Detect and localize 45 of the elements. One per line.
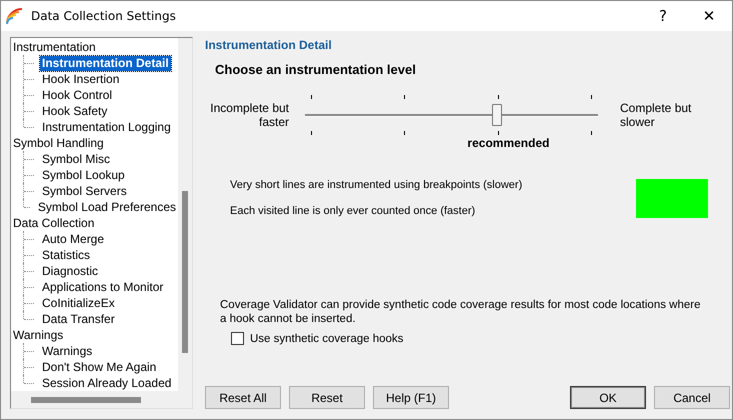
tree-item[interactable]: Hook Insertion	[40, 72, 122, 86]
tree-item[interactable]: Hook Safety	[40, 104, 110, 118]
description-text: Very short lines are instrumented using breakpoints (slower)	[230, 178, 524, 192]
tree-item[interactable]: Symbol Load Preferences	[36, 200, 178, 214]
tree-item[interactable]: Hook Control	[40, 88, 114, 102]
scrollbar-thumb[interactable]	[182, 191, 188, 353]
tree-item[interactable]: Data Transfer	[40, 312, 117, 326]
rainbow-arcs-icon	[5, 7, 23, 25]
level-slider[interactable]	[305, 95, 598, 135]
slider-thumb[interactable]	[492, 104, 502, 126]
tree-item[interactable]: Applications to Monitor	[40, 280, 166, 294]
tree-item[interactable]: Symbol Handling	[11, 136, 106, 150]
tree-item[interactable]: Symbol Misc	[40, 152, 112, 166]
tree-item[interactable]: Diagnostic	[40, 264, 100, 278]
dialog-button[interactable]: Cancel	[654, 386, 730, 409]
window-title: Data Collection Settings	[31, 9, 176, 23]
tree-item[interactable]: Symbol Servers	[40, 184, 129, 198]
close-button[interactable]: ✕	[686, 1, 732, 31]
slider-label: Incomplete but faster	[209, 101, 289, 129]
dialog-button[interactable]: Reset All	[205, 386, 281, 409]
help-button[interactable]: ?	[640, 1, 686, 31]
tree-item[interactable]: Warnings	[40, 344, 94, 358]
tree-item[interactable]: Instrumentation Logging	[40, 120, 173, 134]
tree-item[interactable]: Don't Show Me Again	[40, 360, 158, 374]
section-heading: Instrumentation Detail	[205, 38, 333, 52]
note-text: Coverage Validator can provide synthetic code coverage results for most code locations where a hook cannot be inserted.	[219, 298, 702, 326]
tree-item[interactable]: Instrumentation	[11, 40, 98, 54]
description-text: Each visited line is only ever counted once (faster)	[230, 204, 476, 218]
synthetic-hooks-checkbox[interactable]: Use synthetic coverage hooks	[231, 332, 404, 345]
section-subheading: Choose an instrumentation level	[215, 62, 417, 77]
tree-item[interactable]: Auto Merge	[40, 232, 106, 246]
dialog-button[interactable]: Reset	[289, 386, 365, 409]
slider-label: Complete but slower	[620, 101, 692, 129]
tree-item[interactable]: Instrumentation Detail	[40, 56, 171, 70]
slider-caption: recommended	[467, 136, 550, 150]
tree-item[interactable]: Session Already Loaded	[40, 376, 174, 390]
checkbox[interactable]	[231, 332, 244, 345]
dialog-button[interactable]: Help (F1)	[373, 386, 449, 409]
tree-item[interactable]: CoInitializeEx	[40, 296, 117, 310]
tree-item[interactable]: Warnings	[11, 328, 66, 342]
tree-item[interactable]: Statistics	[40, 248, 92, 262]
tree-item[interactable]: Symbol Lookup	[40, 168, 127, 182]
scrollbar-thumb[interactable]	[31, 397, 141, 403]
tree-item[interactable]: Data Collection	[11, 216, 96, 230]
dialog-button[interactable]: OK	[570, 386, 646, 409]
